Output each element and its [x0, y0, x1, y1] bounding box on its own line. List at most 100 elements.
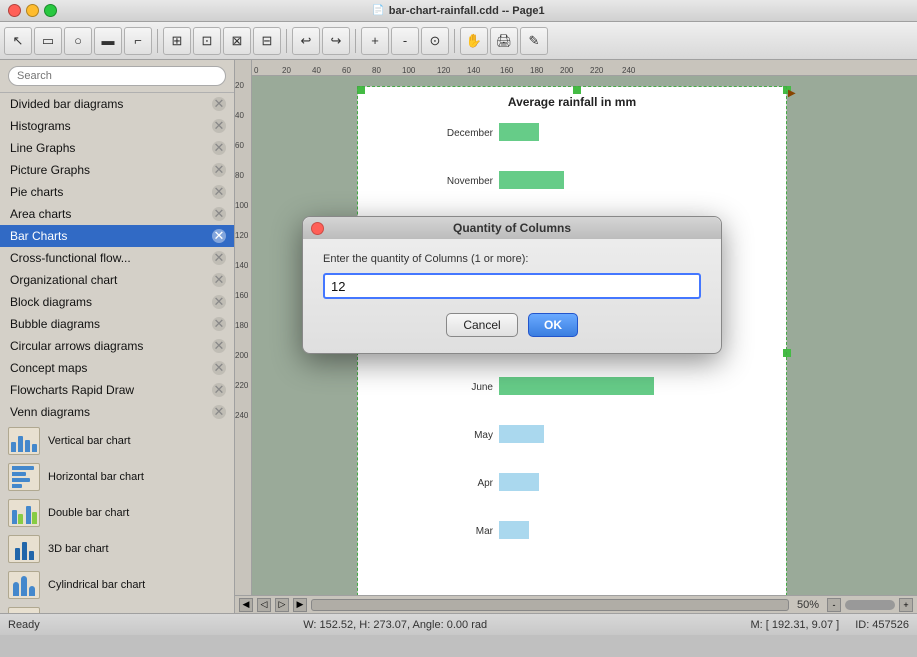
nav-prev-button[interactable]: ◁	[257, 598, 271, 612]
line-tool[interactable]: ▬	[94, 27, 122, 55]
search-input[interactable]	[8, 66, 226, 86]
sidebar-item-close-icon[interactable]: ✕	[212, 163, 226, 177]
undo-tool[interactable]: ↩	[292, 27, 320, 55]
sidebar-item-3d-bar[interactable]: 3D bar chart	[0, 531, 234, 567]
zoom-slider[interactable]	[845, 600, 895, 610]
minimize-button[interactable]	[26, 4, 39, 17]
sidebar-item-close-icon[interactable]: ✕	[212, 119, 226, 133]
distribute-tool[interactable]: ⊟	[253, 27, 281, 55]
sidebar-item-flowcharts[interactable]: Flowcharts Rapid Draw ✕	[0, 379, 234, 401]
rectangle-tool[interactable]: ▭	[34, 27, 62, 55]
sidebar-item-picture-graphs[interactable]: Picture Graphs ✕	[0, 159, 234, 181]
sidebar-item-close-icon[interactable]: ✕	[212, 185, 226, 199]
ruler-v-mark: 220	[235, 381, 248, 390]
window-controls	[8, 4, 57, 17]
sidebar-item-block-diagrams[interactable]: Block diagrams ✕	[0, 291, 234, 313]
sidebar-item-venn-diagrams[interactable]: Venn diagrams ✕	[0, 401, 234, 423]
sidebar-item-double-bar[interactable]: Double bar chart	[0, 495, 234, 531]
zoom-fit-tool[interactable]: ⊙	[421, 27, 449, 55]
sidebar-item-pie-charts[interactable]: Pie charts ✕	[0, 181, 234, 203]
ruler-mark: 120	[437, 66, 450, 75]
ruler-v-mark: 80	[235, 171, 244, 180]
nav-right-button[interactable]: ▶	[293, 598, 307, 612]
cylindrical-bar-icon	[8, 571, 40, 599]
sidebar-item-close-icon[interactable]: ✕	[212, 339, 226, 353]
zoom-out-tool[interactable]: -	[391, 27, 419, 55]
sidebar-item-histograms[interactable]: Histograms ✕	[0, 115, 234, 137]
sidebar-item-close-icon[interactable]: ✕	[212, 361, 226, 375]
sidebar-item-close-icon[interactable]: ✕	[212, 383, 226, 397]
rotate-handle[interactable]: ▶	[788, 88, 796, 99]
align-tool[interactable]: ⊠	[223, 27, 251, 55]
redo-tool[interactable]: ↪	[322, 27, 350, 55]
ruler-mark: 100	[402, 66, 415, 75]
chart-bar-green	[499, 171, 564, 189]
sidebar-item-vertical-bar[interactable]: Vertical bar chart	[0, 423, 234, 459]
mouse-coords: M: [ 192.31, 9.07 ]	[751, 619, 840, 631]
chart-row: December	[428, 123, 776, 143]
sidebar-item-close-icon[interactable]: ✕	[212, 229, 226, 243]
maximize-button[interactable]	[44, 4, 57, 17]
sidebar-item-close-icon[interactable]: ✕	[212, 97, 226, 111]
chart-row: November	[428, 171, 776, 191]
separator-4	[454, 29, 455, 53]
connector-tool[interactable]: ⌐	[124, 27, 152, 55]
sidebar-item-cylindrical[interactable]: Cylindrical bar chart	[0, 567, 234, 603]
sidebar-item-area-charts[interactable]: Area charts ✕	[0, 203, 234, 225]
zoom-in-tool[interactable]: +	[361, 27, 389, 55]
chart-row-label: November	[428, 176, 493, 187]
sidebar-list: Divided bar diagrams ✕ Histograms ✕ Line…	[0, 93, 234, 613]
sidebar-item-bar-charts[interactable]: Bar Charts ✕	[0, 225, 234, 247]
sidebar-item-circular-arrows[interactable]: Circular arrows diagrams ✕	[0, 335, 234, 357]
selection-handle-mr	[783, 349, 791, 357]
sidebar-item-bubble-diagrams[interactable]: Bubble diagrams ✕	[0, 313, 234, 335]
toolbar: ↖ ▭ ○ ▬ ⌐ ⊞ ⊡ ⊠ ⊟ ↩ ↪ + - ⊙ ✋ 🖨 ✎	[0, 22, 917, 60]
dialog-body: Enter the quantity of Columns (1 or more…	[303, 239, 721, 353]
sidebar-item-line-graphs[interactable]: Line Graphs ✕	[0, 137, 234, 159]
cancel-button[interactable]: Cancel	[446, 313, 518, 337]
columns-input[interactable]	[323, 273, 701, 299]
ruler-mark: 160	[500, 66, 513, 75]
group-tool[interactable]: ⊞	[163, 27, 191, 55]
sidebar-item-close-icon[interactable]: ✕	[212, 405, 226, 419]
sidebar-item-divided-bar[interactable]: Divided bar diagrams ✕	[0, 93, 234, 115]
pan-tool[interactable]: ✋	[460, 27, 488, 55]
print-tool[interactable]: 🖨	[490, 27, 518, 55]
ruler-mark: 80	[372, 66, 381, 75]
sidebar: Divided bar diagrams ✕ Histograms ✕ Line…	[0, 60, 235, 613]
zoom-out-button[interactable]: -	[827, 598, 841, 612]
sidebar-item-close-icon[interactable]: ✕	[212, 273, 226, 287]
sidebar-item-coord3d[interactable]: ⊹ Coordinate system 3D	[0, 603, 234, 613]
sidebar-item-cross-functional[interactable]: Cross-functional flow... ✕	[0, 247, 234, 269]
ruler-v-mark: 120	[235, 231, 248, 240]
ruler-v-mark: 140	[235, 261, 248, 270]
status-text: Ready	[8, 619, 40, 631]
sidebar-item-close-icon[interactable]: ✕	[212, 251, 226, 265]
ruler-vertical: 20 40 60 80 100 120 140 160 180 200 220 …	[235, 76, 252, 595]
sidebar-item-close-icon[interactable]: ✕	[212, 317, 226, 331]
ok-button[interactable]: OK	[528, 313, 578, 337]
ruler-v-mark: 200	[235, 351, 248, 360]
sidebar-item-horizontal-bar[interactable]: Horizontal bar chart	[0, 459, 234, 495]
ellipse-tool[interactable]: ○	[64, 27, 92, 55]
horizontal-scrollbar[interactable]	[311, 599, 789, 611]
pencil-tool[interactable]: ✎	[520, 27, 548, 55]
statusbar: Ready W: 152.52, H: 273.07, Angle: 0.00 …	[0, 613, 917, 635]
zoom-in-button[interactable]: +	[899, 598, 913, 612]
sidebar-item-concept-maps[interactable]: Concept maps ✕	[0, 357, 234, 379]
close-button[interactable]	[8, 4, 21, 17]
sidebar-item-close-icon[interactable]: ✕	[212, 295, 226, 309]
nav-next-button[interactable]: ▷	[275, 598, 289, 612]
sidebar-item-close-icon[interactable]: ✕	[212, 207, 226, 221]
nav-left-button[interactable]: ◀	[239, 598, 253, 612]
separator-1	[157, 29, 158, 53]
main-layout: Divided bar diagrams ✕ Histograms ✕ Line…	[0, 60, 917, 613]
select-tool[interactable]: ↖	[4, 27, 32, 55]
zoom-level: 50%	[797, 599, 819, 611]
chart-row-label: June	[428, 382, 493, 393]
sidebar-item-org-chart[interactable]: Organizational chart ✕	[0, 269, 234, 291]
sidebar-item-close-icon[interactable]: ✕	[212, 141, 226, 155]
dialog-close-button[interactable]	[311, 222, 324, 235]
ruler-v-mark: 40	[235, 111, 244, 120]
ungroup-tool[interactable]: ⊡	[193, 27, 221, 55]
